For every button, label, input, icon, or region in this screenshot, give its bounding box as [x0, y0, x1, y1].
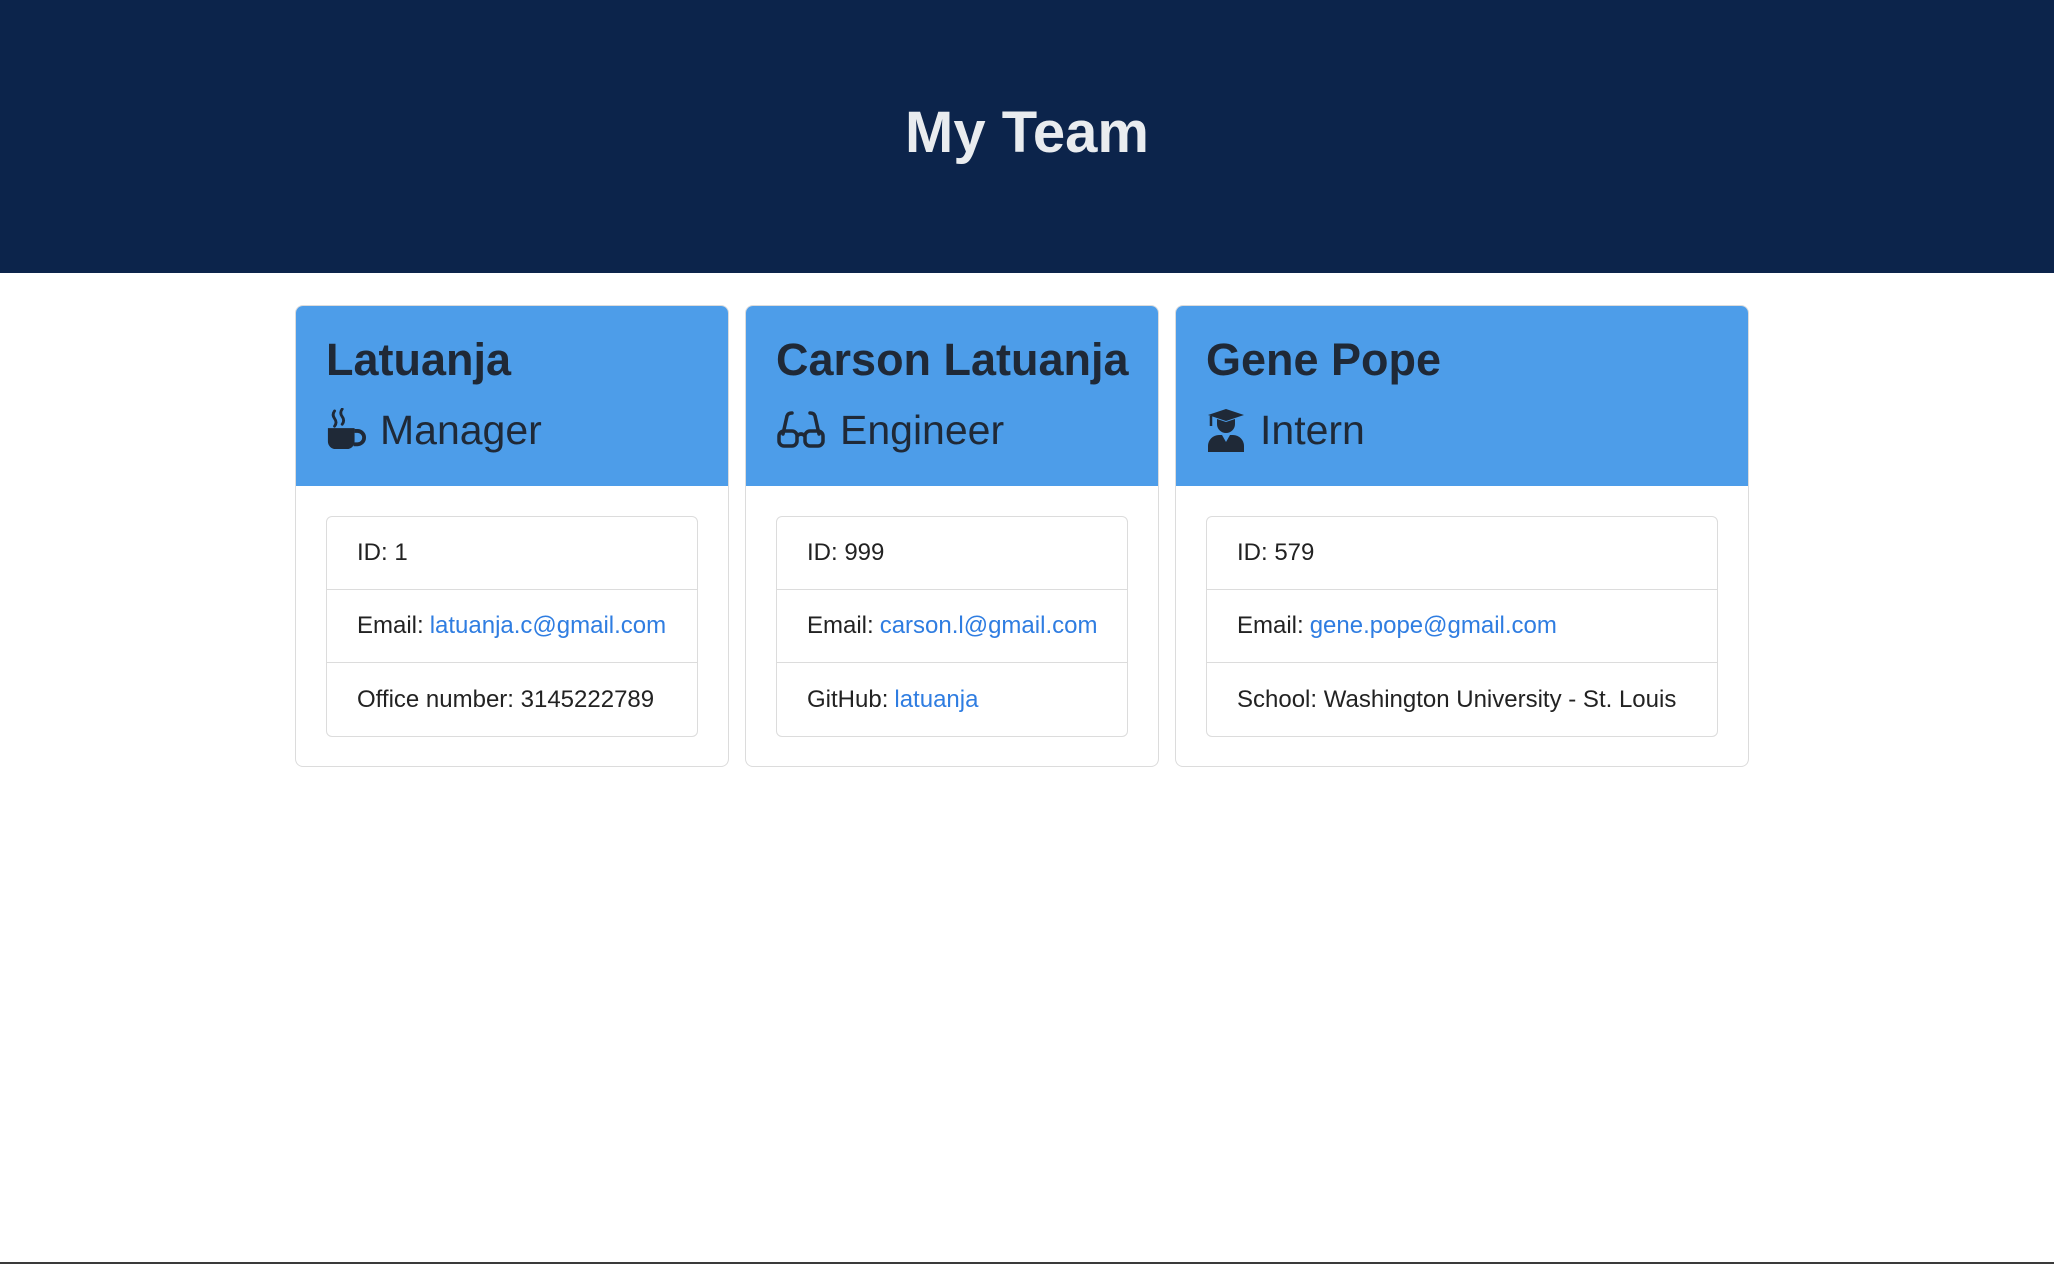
employee-role: Intern — [1206, 404, 1718, 456]
mug-icon — [326, 408, 366, 452]
employee-email: Email: carson.l@gmail.com — [777, 590, 1127, 663]
card-header: Latuanja Manager — [296, 306, 728, 486]
id-text: ID: 579 — [1237, 539, 1315, 566]
employee-school: School: Washington University - St. Loui… — [1207, 663, 1717, 736]
employee-github: GitHub: latuanja — [777, 663, 1127, 736]
employee-details: ID: 999 Email: carson.l@gmail.com GitHub… — [776, 516, 1128, 737]
email-label: Email: — [357, 612, 424, 639]
id-text: ID: 999 — [807, 539, 885, 566]
employee-role: Manager — [326, 404, 698, 456]
office-label: Office number: — [357, 685, 514, 713]
team-cards: Latuanja Manager ID: 1 Email: latuanja.c… — [0, 305, 2054, 769]
employee-id: ID: 1 — [327, 517, 697, 590]
card-body: ID: 579 Email: gene.pope@gmail.com Schoo… — [1176, 486, 1748, 766]
employee-card-manager: Latuanja Manager ID: 1 Email: latuanja.c… — [295, 305, 729, 767]
employee-role: Engineer — [776, 404, 1128, 456]
card-body: ID: 999 Email: carson.l@gmail.com GitHub… — [746, 486, 1158, 766]
role-label: Engineer — [840, 407, 1005, 453]
email-link[interactable]: carson.l@gmail.com — [880, 612, 1098, 640]
employee-id: ID: 999 — [777, 517, 1127, 590]
github-label: GitHub: — [807, 685, 889, 713]
email-label: Email: — [807, 612, 874, 639]
school-value: Washington University - St. Louis — [1323, 685, 1677, 713]
role-label: Intern — [1260, 407, 1365, 453]
employee-id: ID: 579 — [1207, 517, 1717, 590]
email-link[interactable]: latuanja.c@gmail.com — [430, 612, 666, 640]
email-label: Email: — [1237, 612, 1304, 639]
employee-card-intern: Gene Pope Intern ID: 579 Email: gene.pop… — [1175, 305, 1749, 767]
employee-name: Gene Pope — [1206, 334, 1442, 385]
employee-details: ID: 579 Email: gene.pope@gmail.com Schoo… — [1206, 516, 1718, 737]
employee-email: Email: gene.pope@gmail.com — [1207, 590, 1717, 663]
page-header: My Team — [0, 0, 2054, 273]
employee-office-number: Office number: 3145222789 — [327, 663, 697, 736]
card-body: ID: 1 Email: latuanja.c@gmail.com Office… — [296, 486, 728, 766]
id-text: ID: 1 — [357, 539, 408, 566]
office-value: 3145222789 — [520, 685, 655, 713]
card-header: Carson Latuanja Engineer — [746, 306, 1158, 486]
card-header: Gene Pope Intern — [1176, 306, 1748, 486]
role-label: Manager — [380, 407, 542, 453]
glasses-icon — [776, 408, 826, 452]
page-title: My Team — [905, 100, 1149, 165]
graduate-icon — [1206, 408, 1246, 452]
employee-email: Email: latuanja.c@gmail.com — [327, 590, 697, 663]
github-link[interactable]: latuanja — [894, 686, 978, 714]
school-label: School: — [1237, 685, 1318, 713]
employee-details: ID: 1 Email: latuanja.c@gmail.com Office… — [326, 516, 698, 737]
employee-name: Latuanja — [326, 334, 512, 385]
employee-card-engineer: Carson Latuanja Engineer ID: 999 Email: … — [745, 305, 1159, 767]
employee-name: Carson Latuanja — [776, 334, 1129, 385]
email-link[interactable]: gene.pope@gmail.com — [1310, 612, 1557, 640]
